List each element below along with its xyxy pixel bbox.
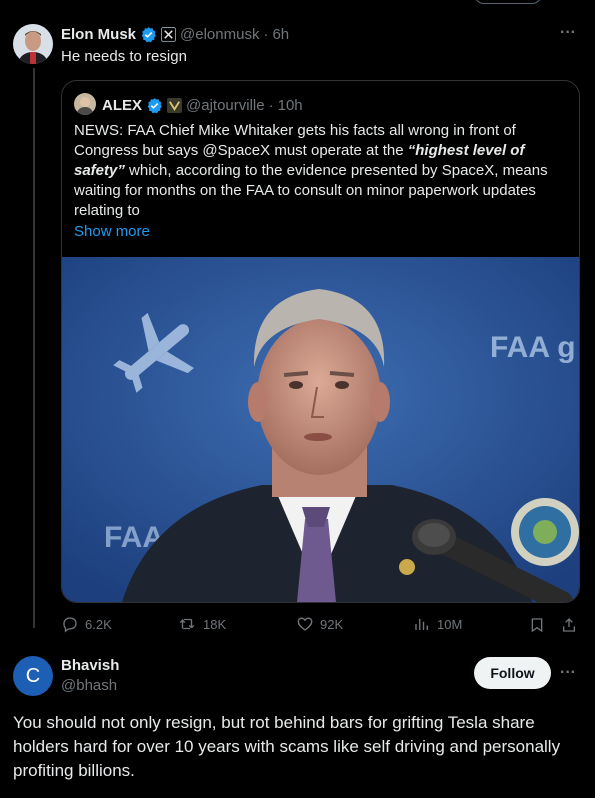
share-icon[interactable]: [561, 616, 577, 634]
more-options-button[interactable]: ···: [560, 24, 576, 42]
author-name[interactable]: Elon Musk: [61, 26, 136, 43]
reply-author-handle[interactable]: @bhash: [61, 677, 117, 694]
separator-dot: ·: [263, 25, 269, 43]
like-count: 92K: [320, 616, 344, 632]
post-time[interactable]: 6h: [272, 26, 289, 43]
partial-top-button[interactable]: [474, 0, 542, 4]
quoted-handle: @ajtourville: [186, 96, 265, 114]
like-button[interactable]: 92K: [296, 615, 343, 633]
author-handle[interactable]: @elonmusk: [180, 26, 259, 43]
quoted-post[interactable]: ALEX @ajtourville · 10h NEWS: FAA Chief …: [61, 80, 580, 603]
follow-button[interactable]: Follow: [474, 657, 551, 689]
reply-icon: [61, 615, 79, 633]
image-text-faa-top: FAA g: [490, 331, 576, 364]
views-chart-icon: [413, 615, 431, 633]
quoted-text: NEWS: FAA Chief Mike Whitaker gets his f…: [74, 121, 569, 221]
post-text: He needs to resign: [61, 48, 187, 65]
bookmark-icon[interactable]: [529, 616, 545, 634]
x-affiliate-badge-icon: [161, 26, 177, 42]
reply-avatar[interactable]: C: [13, 656, 53, 696]
repost-icon: [177, 615, 197, 633]
elon-avatar-image: [13, 24, 53, 64]
quoted-time: 10h: [277, 96, 303, 114]
views-count: 10M: [437, 616, 463, 632]
show-more-link[interactable]: Show more: [74, 222, 150, 242]
post-header: Elon Musk @elonmusk · 6h: [61, 24, 289, 44]
avatar-letter: C: [25, 664, 41, 687]
heart-icon: [296, 615, 314, 633]
quoted-author-name: ALEX: [102, 96, 143, 114]
quoted-avatar: [74, 93, 96, 115]
avatar[interactable]: [13, 24, 53, 64]
reply-author-name[interactable]: Bhavish: [61, 657, 119, 674]
alex-avatar-image: [74, 93, 96, 115]
reply-count: 6.2K: [85, 616, 112, 632]
verified-badge-icon: [146, 97, 163, 114]
verified-badge-icon: [140, 26, 157, 43]
repost-count: 18K: [203, 616, 227, 632]
reply-more-options-button[interactable]: ···: [560, 664, 576, 682]
quoted-header: ALEX @ajtourville · 10h: [102, 95, 303, 115]
thread-line: [33, 68, 35, 628]
reply-text: You should not only resign, but rot behi…: [13, 713, 561, 780]
repost-button[interactable]: 18K: [177, 615, 226, 633]
views-button[interactable]: 10M: [413, 615, 462, 633]
quoted-text-part2: which, according to the evidence present…: [74, 162, 548, 219]
faa-chief-photo: FAA g FAA: [62, 257, 579, 602]
separator-dot: ·: [268, 96, 274, 114]
quoted-image[interactable]: FAA g FAA: [62, 257, 579, 602]
reply-button[interactable]: 6.2K: [61, 615, 112, 633]
affiliate-logo-icon: [167, 97, 183, 113]
